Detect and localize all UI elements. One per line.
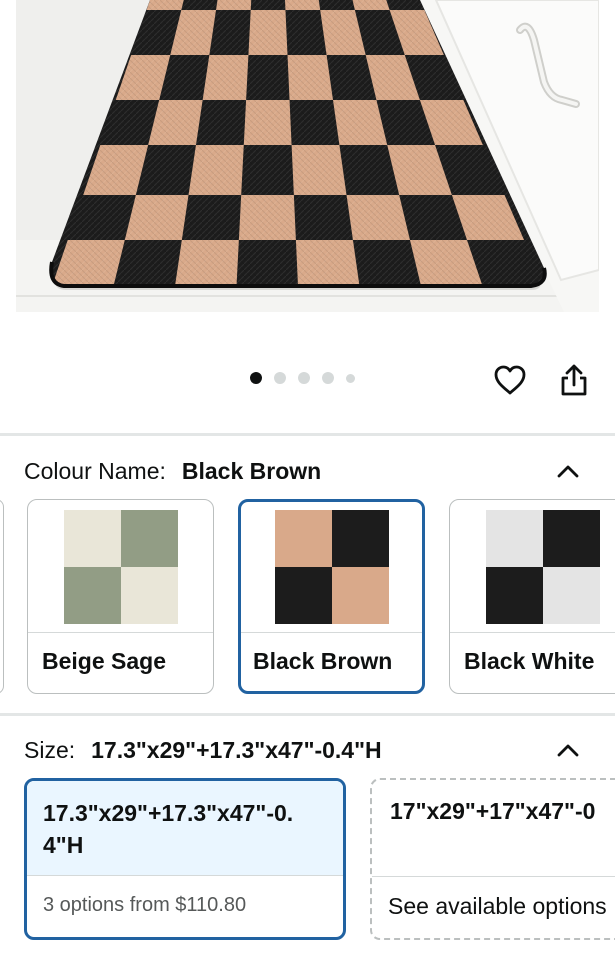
swatch-beige-sage[interactable]: Beige Sage: [27, 499, 214, 694]
swatch-tile: [120, 567, 178, 624]
size-label: Size:: [24, 736, 76, 763]
swatch-thumbnail: [485, 510, 600, 624]
swatch-partial[interactable]: [0, 499, 4, 694]
size-option-line2: 4"H: [43, 832, 84, 858]
carousel-dots: [250, 372, 355, 384]
swatch-tile: [63, 567, 121, 624]
heart-icon: [494, 365, 526, 395]
colour-label: Colour Name:: [24, 457, 166, 484]
swatch-label: Black White: [464, 648, 595, 674]
swatch-divider: [241, 632, 422, 633]
swatch-tile: [120, 510, 178, 567]
share-button[interactable]: [554, 360, 594, 400]
chevron-up-icon[interactable]: [554, 737, 582, 765]
size-selected-value: 17.3"x29"+17.3"x47"-0.4"H: [91, 736, 382, 763]
section-divider: [0, 433, 615, 436]
swatch-divider: [28, 632, 213, 633]
size-option-line1: 17.3"x29"+17.3"x47"-0.: [43, 800, 294, 826]
product-image[interactable]: [16, 0, 599, 312]
see-available-options-link[interactable]: See available options: [372, 877, 615, 920]
size-option-selected[interactable]: 17.3"x29"+17.3"x47"-0. 4"H 3 options fro…: [24, 778, 346, 940]
swatch-black-brown[interactable]: Black Brown: [238, 499, 425, 694]
size-option-price: 3 options from $110.80: [43, 894, 247, 916]
swatch-tile: [274, 567, 332, 624]
size-option-unavailable[interactable]: 17"x29"+17"x47"-0 See available options: [370, 778, 615, 940]
swatch-thumbnail: [274, 510, 389, 624]
carousel-dot[interactable]: [274, 372, 286, 384]
swatch-tile: [274, 510, 332, 567]
swatch-label: Black Brown: [253, 648, 393, 674]
colour-selected-value: Black Brown: [181, 457, 322, 484]
swatch-tile: [542, 567, 600, 624]
swatch-tile: [331, 510, 389, 567]
chevron-up-icon[interactable]: [554, 458, 582, 486]
image-carousel-controls: [0, 340, 615, 420]
carousel-dot[interactable]: [298, 372, 310, 384]
swatch-thumbnail: [63, 510, 178, 624]
carousel-dot[interactable]: [346, 373, 355, 383]
section-divider: [0, 713, 615, 716]
swatch-divider: [450, 632, 615, 633]
swatch-black-white[interactable]: Black White: [449, 499, 615, 694]
wishlist-button[interactable]: [490, 360, 530, 400]
size-header[interactable]: Size: 17.3"x29"+17.3"x47"-0.4"H: [24, 733, 594, 767]
swatch-tile: [331, 567, 389, 624]
size-option-title: 17"x29"+17"x47"-0: [390, 798, 596, 824]
swatch-tile: [485, 510, 543, 567]
swatch-tile: [485, 567, 543, 624]
carousel-dot[interactable]: [250, 372, 262, 384]
checkered-mat-illustration: [16, 0, 599, 312]
swatch-tile: [63, 510, 121, 567]
carousel-dot[interactable]: [322, 372, 334, 384]
size-option-title: 17.3"x29"+17.3"x47"-0. 4"H: [27, 781, 343, 875]
swatch-tile: [542, 510, 600, 567]
colour-header[interactable]: Colour Name: Black Brown: [24, 454, 594, 488]
share-icon: [561, 364, 587, 396]
swatch-label: Beige Sage: [42, 648, 166, 674]
